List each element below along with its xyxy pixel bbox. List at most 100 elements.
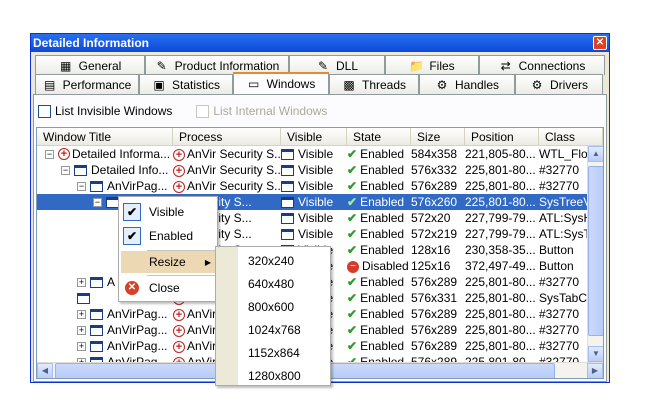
- window-icon: [90, 180, 103, 192]
- tab-drivers[interactable]: ⚙ Drivers: [515, 74, 603, 94]
- list-invisible-windows-checkbox[interactable]: List Invisible Windows: [38, 103, 172, 119]
- visible-cell: Visible: [281, 178, 347, 194]
- tab-row-bottom: ▤ Performance ▣ Statistics ▭ Windows ▩ Threads ⚙…: [35, 72, 603, 94]
- position-cell: 225,801-80...: [465, 275, 536, 289]
- tab-threads[interactable]: ▩ Threads: [329, 74, 419, 94]
- column-header-process[interactable]: Process: [173, 128, 281, 146]
- window-title-text: Detailed Informa...: [72, 147, 171, 161]
- menu-item-resize[interactable]: Resize ▶: [121, 251, 215, 273]
- state-text: Enabled: [360, 291, 405, 305]
- dll-icon: ✎: [317, 58, 329, 73]
- scroll-right-button[interactable]: ▶: [587, 363, 603, 378]
- collapse-icon[interactable]: −: [61, 165, 70, 175]
- visible-text: Visible: [298, 147, 334, 161]
- table-row[interactable]: − AnVirPag... + AnVir Security S... Visible ✔…: [37, 178, 589, 194]
- size-cell: 576x260: [411, 195, 458, 209]
- table-row[interactable]: − Detailed Info... + AnVir Security S... Vis…: [37, 162, 589, 178]
- list-internal-windows-checkbox: List Internal Windows: [196, 103, 327, 119]
- visible-cell: Visible: [281, 146, 347, 162]
- checkbox-box[interactable]: [38, 104, 51, 118]
- tab-windows[interactable]: ▭ Windows: [233, 72, 329, 94]
- class-cell: #32770: [539, 163, 580, 177]
- column-header-class[interactable]: Class: [539, 128, 603, 146]
- tab-performance[interactable]: ▤ Performance: [35, 74, 139, 94]
- tree-node: + A: [77, 274, 115, 290]
- size-cell: 576x331: [411, 291, 458, 305]
- scroll-up-button[interactable]: ▲: [588, 146, 603, 162]
- checkmark-icon: ✔: [123, 227, 141, 245]
- state-cell: ✔Enabled: [347, 226, 411, 242]
- window-title-cell: − Detailed Info...: [37, 162, 173, 178]
- column-header-row: Window Title Process Visible State Size Posit…: [37, 128, 603, 146]
- position-cell: 230,358-35...: [465, 243, 536, 257]
- state-cell: ✔Enabled: [347, 146, 411, 162]
- collapse-icon[interactable]: −: [45, 149, 54, 159]
- menu-item-enabled[interactable]: ✔ Enabled: [121, 225, 215, 247]
- position-cell: 225,801-80...: [465, 163, 536, 177]
- tab-label: DLL: [335, 58, 358, 73]
- menu-item-close[interactable]: ✕ Close: [121, 277, 215, 299]
- column-header-position[interactable]: Position: [465, 128, 539, 146]
- vertical-scroll-thumb[interactable]: [588, 166, 603, 336]
- enabled-check-icon: ✔: [347, 147, 358, 161]
- window-icon: [90, 276, 103, 288]
- state-text: Enabled: [360, 147, 405, 161]
- column-header-window-title[interactable]: Window Title: [37, 128, 173, 146]
- expand-icon[interactable]: +: [77, 277, 86, 287]
- class-cell: #32770: [539, 323, 580, 337]
- resize-option-640x480[interactable]: 640x480: [248, 272, 294, 296]
- tab-label: Windows: [266, 77, 316, 91]
- position-cell: 225,801-80...: [465, 291, 536, 305]
- disabled-icon: −: [347, 260, 359, 273]
- collapse-icon[interactable]: −: [77, 181, 86, 191]
- visible-cell: Visible: [281, 162, 347, 178]
- position-cell: 225,801-80...: [465, 339, 536, 353]
- state-cell: ✔Enabled: [347, 274, 411, 290]
- scroll-down-button[interactable]: ▼: [588, 346, 603, 362]
- table-row[interactable]: − + Detailed Informa... + AnVir Security S..…: [37, 146, 589, 162]
- window-icon: [281, 165, 294, 177]
- expand-icon[interactable]: +: [77, 309, 86, 319]
- tree-node: + AnVirPag...: [77, 322, 167, 338]
- class-cell: WTL_Floati: [539, 147, 589, 161]
- column-header-state[interactable]: State: [347, 128, 411, 146]
- size-cell: 572x20: [411, 211, 451, 225]
- expand-icon[interactable]: +: [77, 341, 86, 351]
- column-header-size[interactable]: Size: [411, 128, 465, 146]
- window-titlebar[interactable]: Detailed Information ✕: [31, 34, 609, 52]
- resize-option-1280x800[interactable]: 1280x800: [248, 364, 301, 388]
- menu-item-resize-label: Resize: [149, 255, 186, 269]
- process-cell: + AnVir Security S...: [173, 178, 281, 194]
- list-options: List Invisible Windows List Internal Win…: [38, 103, 351, 119]
- resize-option-1024x768[interactable]: 1024x768: [248, 318, 301, 342]
- tree-node: − AnVirPag...: [77, 178, 167, 194]
- checkbox-box: [196, 104, 210, 118]
- column-header-visible[interactable]: Visible: [281, 128, 347, 146]
- vertical-scrollbar[interactable]: ▲ ▼: [587, 146, 603, 362]
- size-cell: 576x289: [411, 179, 458, 193]
- expand-icon[interactable]: +: [77, 325, 86, 335]
- state-text: Enabled: [360, 323, 405, 337]
- resize-option-320x240[interactable]: 320x240: [248, 249, 294, 273]
- process-text: AnVir Security S...: [187, 163, 281, 177]
- handles-icon: ⚙: [436, 77, 448, 92]
- tab-label: Handles: [454, 77, 500, 92]
- state-cell: ✔Enabled: [347, 210, 411, 226]
- tab-statistics[interactable]: ▣ Statistics: [139, 74, 233, 94]
- anvir-app-icon: +: [58, 148, 70, 160]
- close-window-button[interactable]: ✕: [593, 36, 607, 50]
- position-cell: 372,497-49...: [465, 259, 536, 273]
- menu-item-visible[interactable]: ✔ Visible: [121, 201, 215, 223]
- state-cell: ✔Enabled: [347, 242, 411, 258]
- size-cell: 576x289: [411, 339, 458, 353]
- tab-handles[interactable]: ⚙ Handles: [419, 74, 515, 94]
- resize-option-800x600[interactable]: 800x600: [248, 295, 294, 319]
- anvir-app-icon: +: [173, 164, 185, 177]
- scroll-left-button[interactable]: ◀: [37, 363, 53, 378]
- tab-files[interactable]: 📁 Files: [385, 55, 479, 75]
- resize-option-1152x864[interactable]: 1152x864: [248, 341, 300, 365]
- menu-spacer: [123, 253, 141, 271]
- tab-connections[interactable]: ⇄ Connections: [479, 55, 605, 75]
- tab-general[interactable]: ▦ General: [35, 55, 145, 75]
- collapse-icon[interactable]: −: [93, 197, 102, 207]
